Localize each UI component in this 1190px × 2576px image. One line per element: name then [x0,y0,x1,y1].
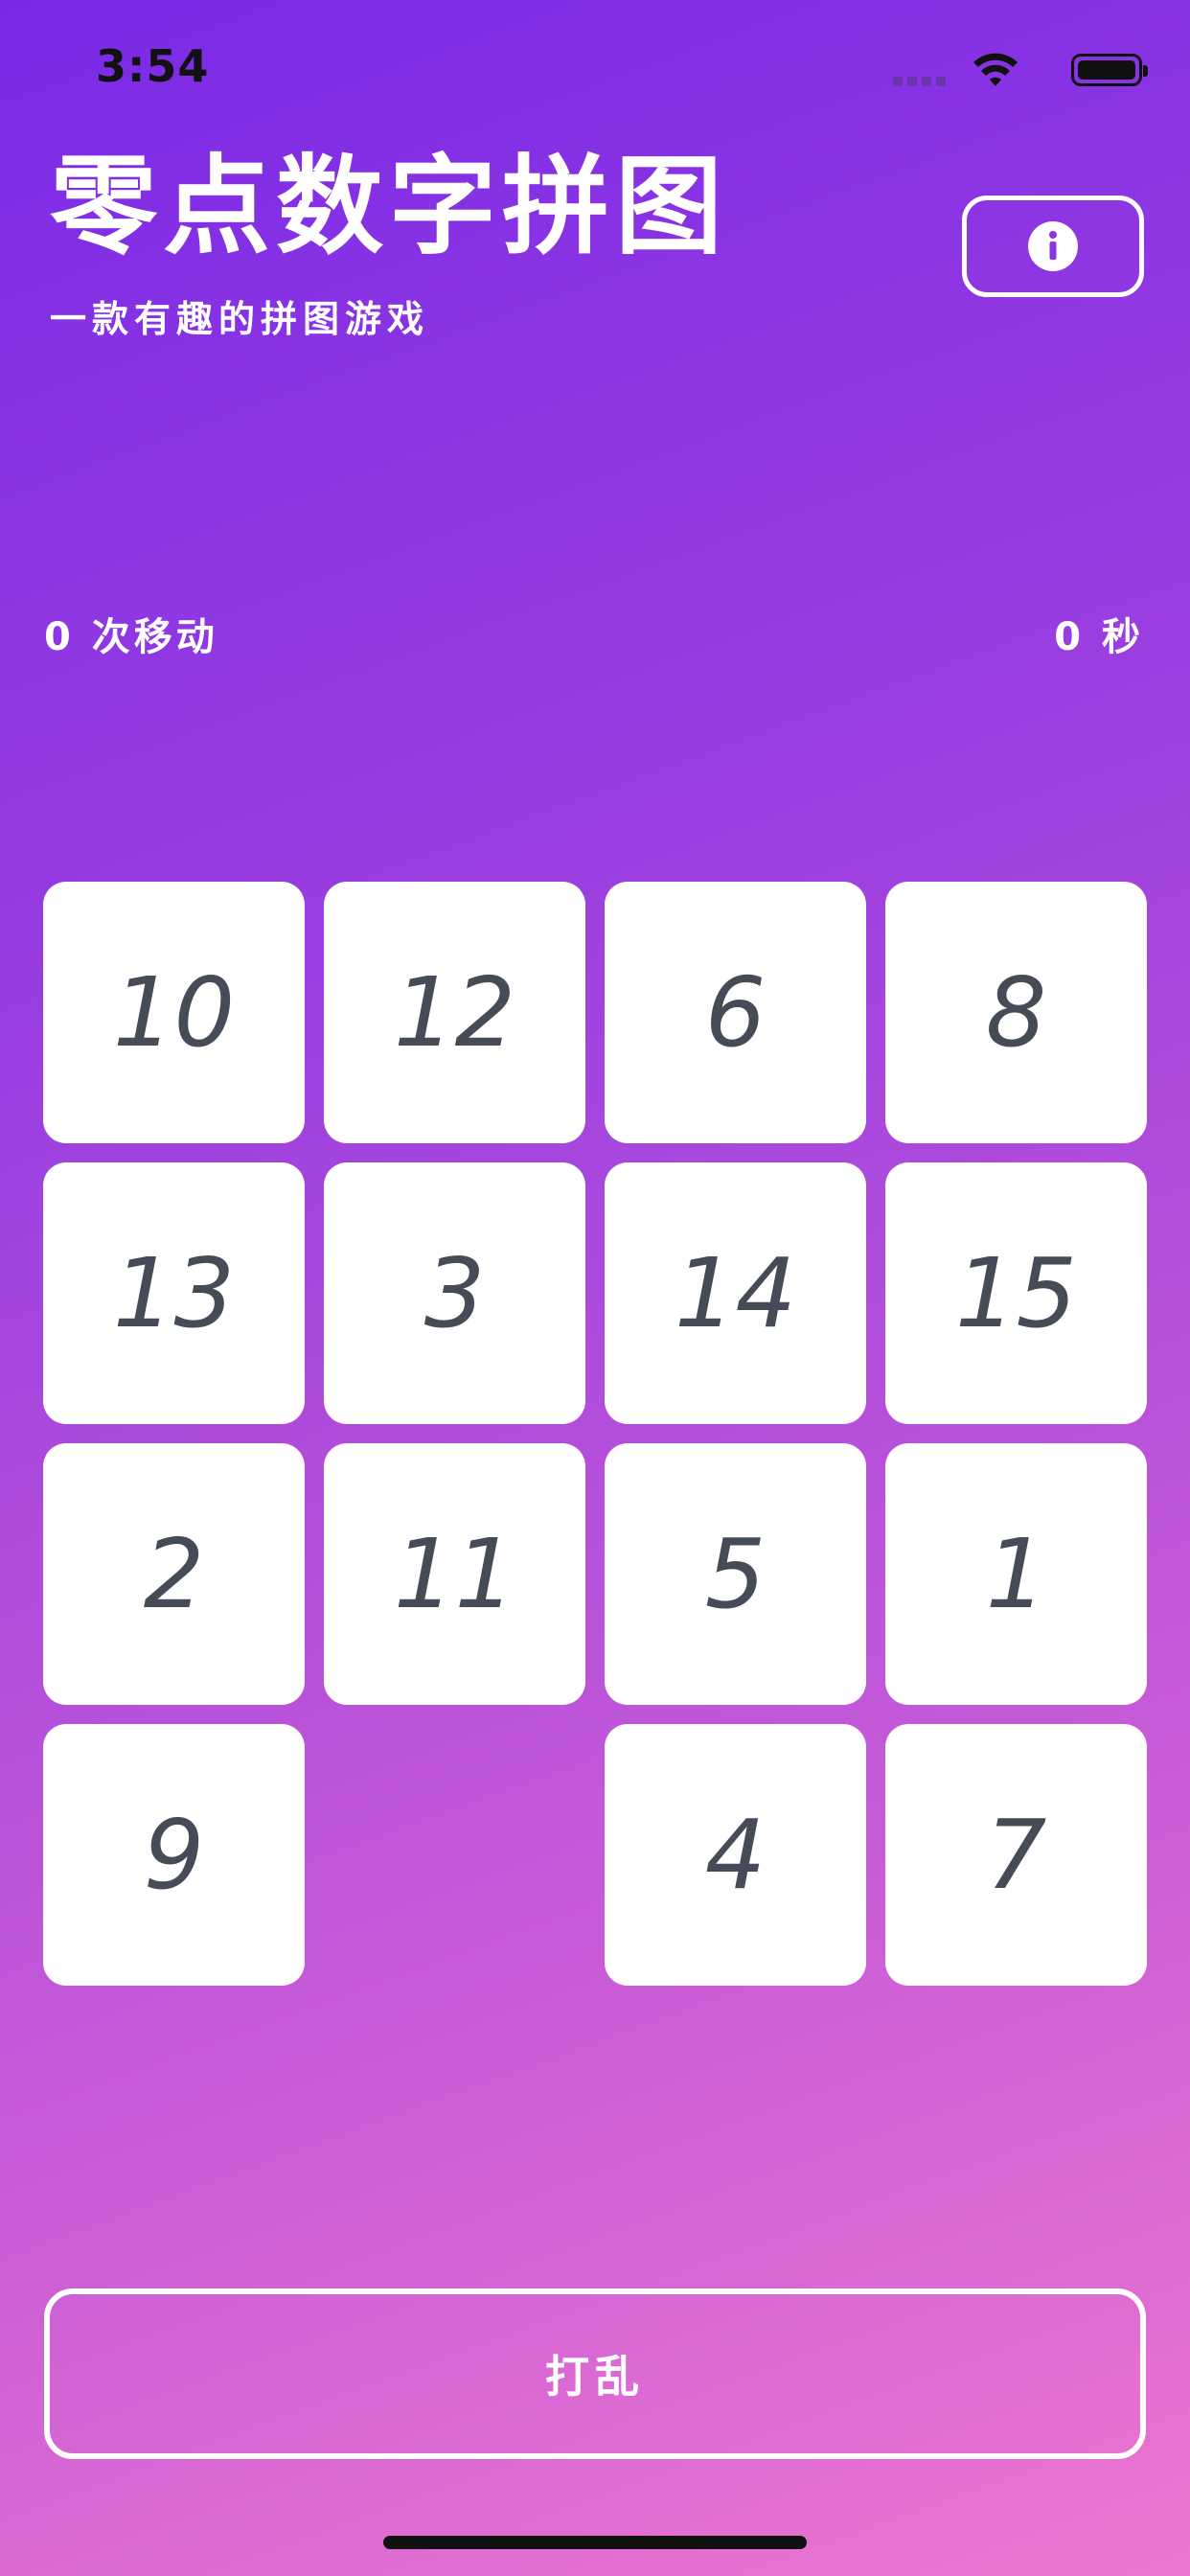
cellular-signal-icon [893,75,947,86]
empty-slot [324,1724,585,1986]
moves-counter: 0 次移动 [44,615,218,659]
shuffle-button[interactable]: 打乱 [44,2288,1146,2459]
wifi-icon [973,53,1018,86]
puzzle-tile[interactable]: 11 [324,1443,585,1705]
puzzle-tile[interactable]: 4 [605,1724,866,1986]
puzzle-tile[interactable]: 2 [43,1443,305,1705]
app-title: 零点数字拼图 [50,145,728,269]
puzzle-tile[interactable]: 3 [324,1162,585,1424]
puzzle-tile[interactable]: 14 [605,1162,866,1424]
puzzle-tile[interactable]: 8 [885,882,1147,1143]
home-indicator [383,2536,807,2549]
time-counter: 0 秒 [1054,615,1144,659]
puzzle-board: 10 12 6 8 13 3 14 15 2 11 5 1 9 4 7 [43,882,1147,1986]
puzzle-tile[interactable]: 6 [605,882,866,1143]
info-button[interactable] [962,196,1144,297]
status-bar: 3:54 [0,0,1190,144]
puzzle-tile[interactable]: 7 [885,1724,1147,1986]
battery-icon [1071,54,1148,86]
puzzle-tile[interactable]: 1 [885,1443,1147,1705]
puzzle-tile[interactable]: 9 [43,1724,305,1986]
status-time: 3:54 [96,40,210,92]
puzzle-tile[interactable]: 5 [605,1443,866,1705]
puzzle-tile[interactable]: 15 [885,1162,1147,1424]
puzzle-tile[interactable]: 12 [324,882,585,1143]
app-subtitle: 一款有趣的拼图游戏 [50,298,430,340]
puzzle-tile[interactable]: 13 [43,1162,305,1424]
puzzle-tile[interactable]: 10 [43,882,305,1143]
info-icon [1028,221,1078,271]
status-icons [893,50,1148,98]
